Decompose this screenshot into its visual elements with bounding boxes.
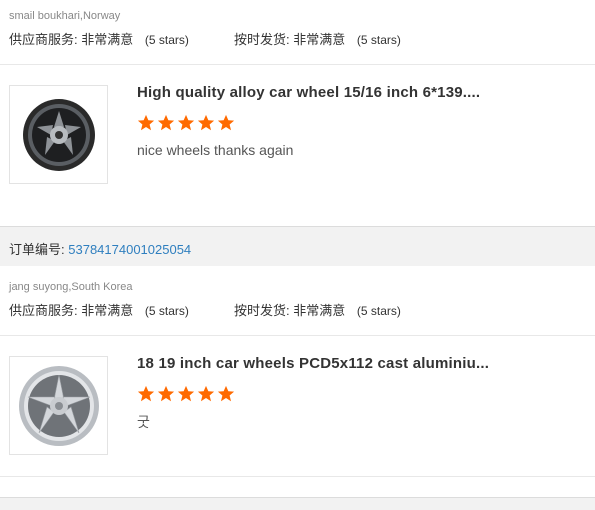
shipping-rating: 按时发货: 非常满意 (5 stars) [234, 303, 401, 319]
star-icon [157, 114, 175, 131]
order-number-label: 订单编号: [9, 242, 65, 257]
star-icon [217, 385, 235, 402]
shipping-label: 按时发货: [234, 303, 290, 318]
alloy-wheel-dark-icon [22, 98, 95, 171]
review-item-1: High quality alloy car wheel 15/16 inch … [0, 64, 595, 206]
star-icon [137, 114, 155, 131]
shipping-stars: (5 stars) [356, 304, 401, 318]
star-icon [177, 114, 195, 131]
order-number-link[interactable]: 53784174001025054 [68, 242, 191, 257]
supplier-service-label: 供应商服务: [9, 32, 78, 47]
divider [0, 476, 595, 477]
star-icon [217, 114, 235, 131]
star-icon [137, 385, 155, 402]
supplier-service-label: 供应商服务: [9, 303, 78, 318]
supplier-service-value: 非常满意 [81, 303, 134, 318]
product-title-link[interactable]: High quality alloy car wheel 15/16 inch … [137, 84, 480, 101]
product-thumbnail[interactable] [9, 356, 108, 455]
star-icon [197, 385, 215, 402]
shipping-value: 非常满意 [293, 303, 346, 318]
shipping-rating: 按时发货: 非常满意 (5 stars) [234, 32, 401, 48]
product-title-link[interactable]: 18 19 inch car wheels PCD5x112 cast alum… [137, 355, 489, 372]
supplier-service-stars: (5 stars) [144, 33, 189, 47]
next-order-bar [0, 497, 595, 510]
rating-summary-line: 供应商服务: 非常满意 (5 stars) [9, 303, 189, 319]
star-icon [157, 385, 175, 402]
rating-summary-line: 供应商服务: 非常满意 (5 stars) [9, 32, 189, 48]
star-icon [177, 385, 195, 402]
review-comment: 굿 [137, 414, 150, 430]
buyer-name: jang suyong,South Korea [9, 281, 133, 293]
alloy-wheel-silver-icon [18, 365, 99, 446]
star-icon [197, 114, 215, 131]
shipping-label: 按时发货: [234, 32, 290, 47]
shipping-value: 非常满意 [293, 32, 346, 47]
supplier-service-value: 非常满意 [81, 32, 134, 47]
order-number-bar: 订单编号: 53784174001025054 [0, 226, 595, 266]
order-number-row: 订单编号: 53784174001025054 [9, 239, 191, 258]
product-thumbnail[interactable] [9, 85, 108, 184]
star-rating [137, 114, 235, 132]
review-comment: nice wheels thanks again [137, 142, 294, 158]
star-rating [137, 385, 235, 403]
buyer-name: smail boukhari,Norway [9, 10, 121, 22]
shipping-stars: (5 stars) [356, 33, 401, 47]
supplier-service-stars: (5 stars) [144, 304, 189, 318]
review-item-2: 18 19 inch car wheels PCD5x112 cast alum… [0, 335, 595, 477]
